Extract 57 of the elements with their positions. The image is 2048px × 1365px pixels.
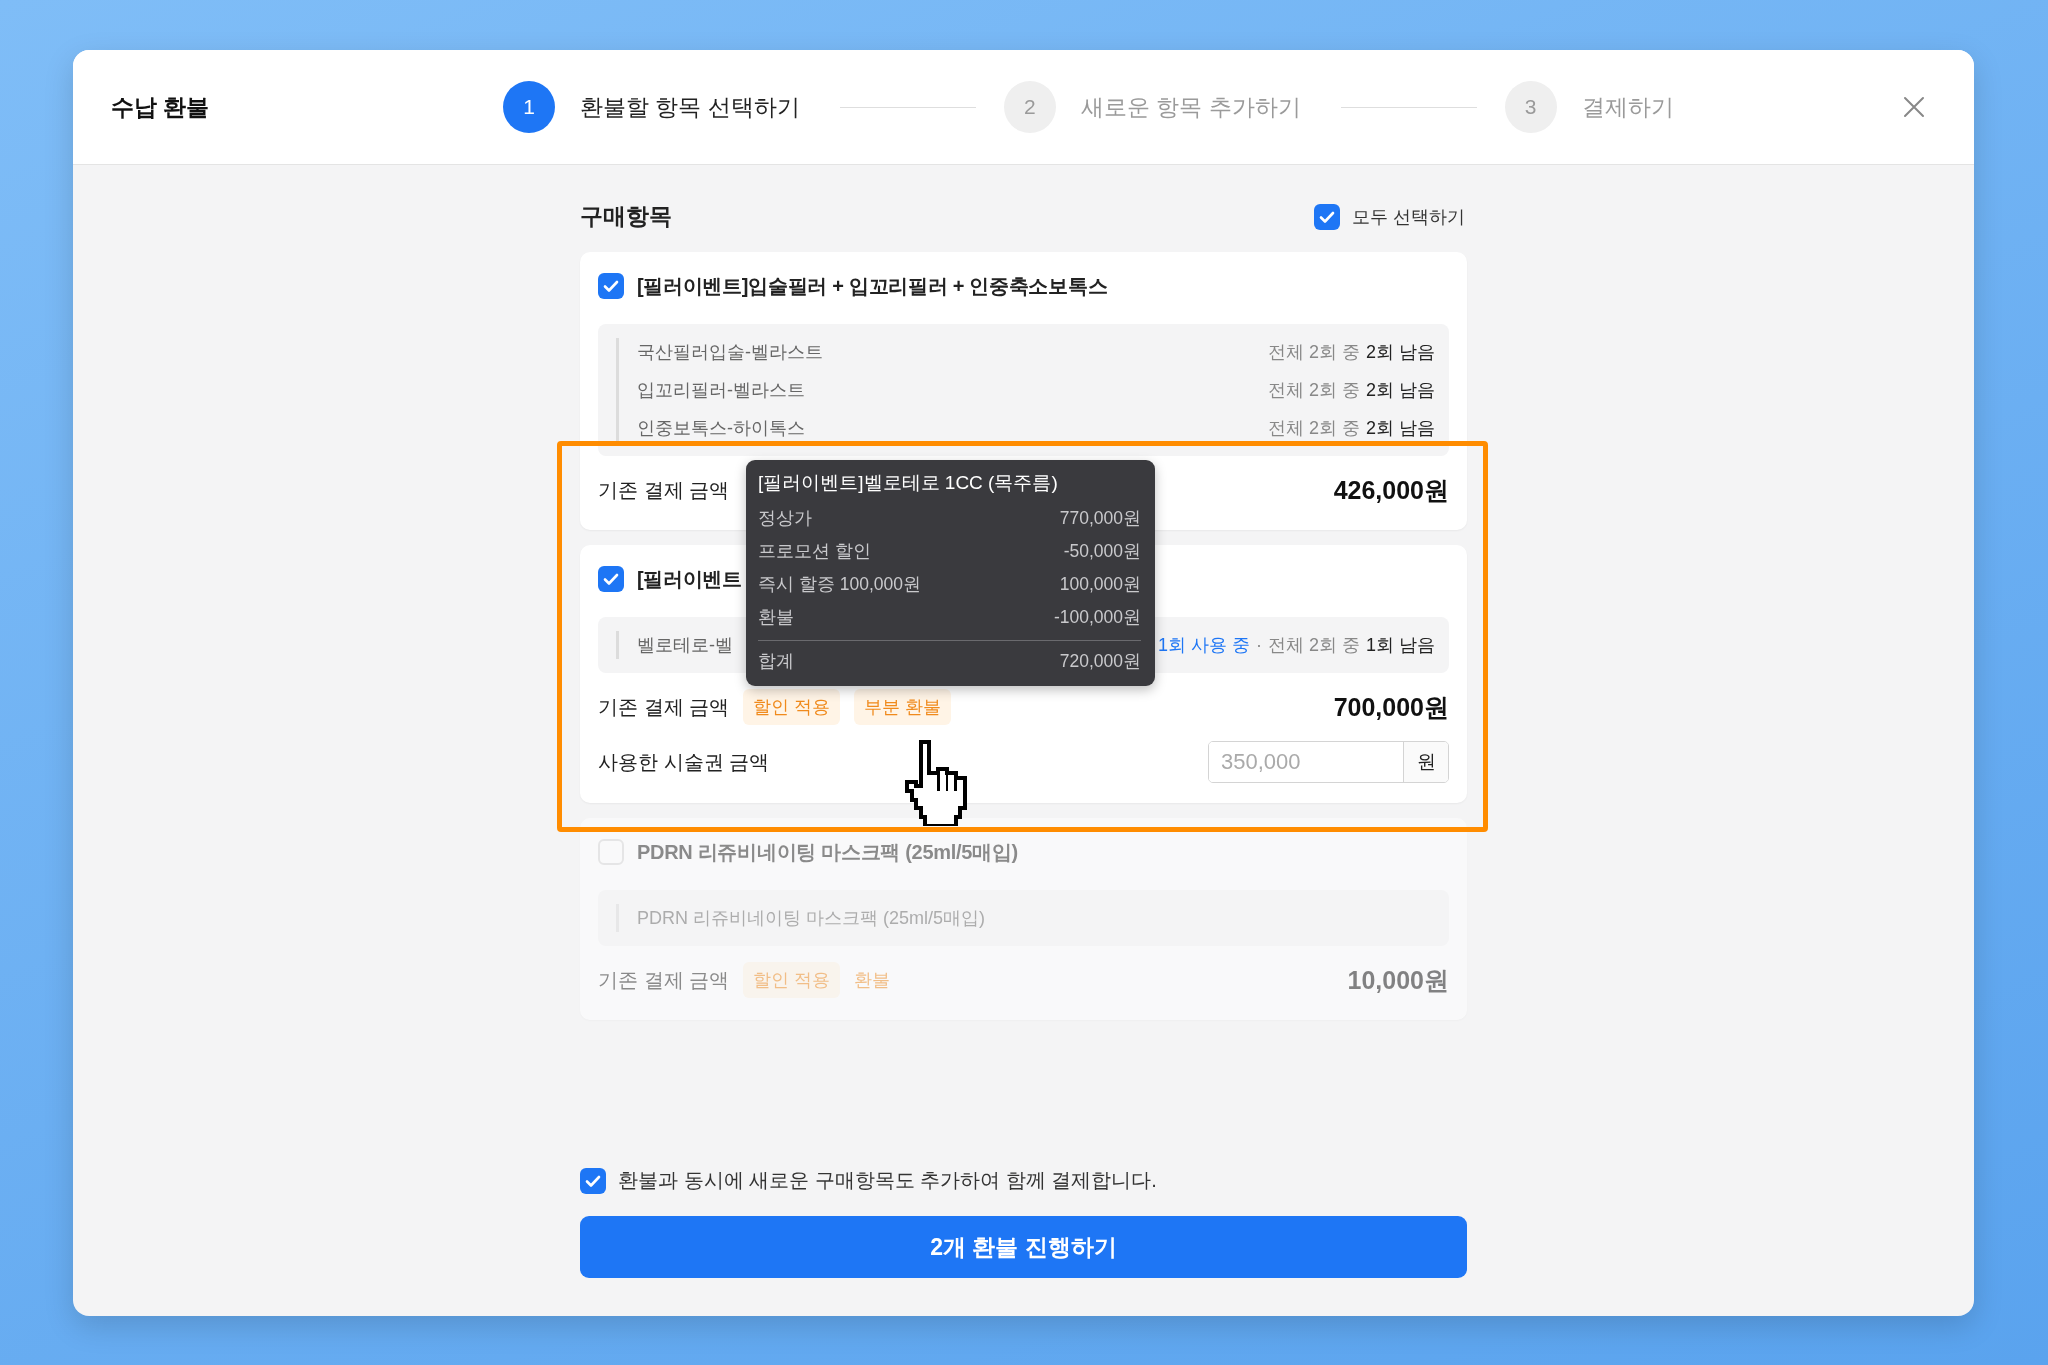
- checkbox[interactable]: [598, 273, 624, 299]
- item-title: [필러이벤트: [637, 566, 742, 592]
- sub-item-name: PDRN 리쥬비네이팅 마스크팩 (25ml/5매입): [637, 907, 986, 930]
- total-count: 전체 2회 중: [1267, 379, 1360, 402]
- total-value: 720,000원: [1059, 650, 1141, 673]
- breakdown-label: 환불: [758, 606, 794, 629]
- separator-dot: ·: [1255, 634, 1262, 657]
- price-label: 기존 결제 금액: [598, 694, 730, 720]
- sub-item-name: 입꼬리필러-벨라스트: [637, 379, 805, 402]
- step-label: 새로운 항목 추가하기: [1080, 92, 1301, 122]
- price-amount: 10,000원: [1347, 964, 1449, 996]
- total-count: 전체 2회 중: [1267, 634, 1360, 657]
- breakdown-label: 프로모션 할인: [758, 540, 871, 563]
- status-tag: 부분 환불: [854, 689, 952, 725]
- total-count: 전체 2회 중: [1267, 417, 1360, 440]
- sub-item-name: 국산필러입술-벨라스트: [637, 341, 823, 364]
- sub-item-name: 인중보톡스-하이톡스: [637, 417, 805, 440]
- usage-text: 1회 사용 중: [1157, 634, 1250, 657]
- step-number: 1: [503, 81, 555, 133]
- item-title: [필러이벤트]입술필러 + 입꼬리필러 + 인중축소보톡스: [637, 273, 1108, 299]
- remaining-count: 1회 남음: [1366, 634, 1435, 657]
- price-amount: 426,000원: [1333, 474, 1449, 506]
- breakdown-label: 즉시 할증 100,000원: [758, 573, 921, 596]
- breakdown-value: 770,000원: [1059, 507, 1141, 530]
- step-number: 3: [1504, 81, 1557, 133]
- total-label: 합계: [758, 650, 794, 673]
- step-number: 2: [1003, 81, 1056, 133]
- option-label: 환불과 동시에 새로운 구매항목도 추가하여 함께 결제합니다.: [618, 1168, 1157, 1193]
- status-tag: 할인 적용: [743, 689, 841, 725]
- checkbox[interactable]: [580, 1167, 606, 1194]
- tooltip-title: [필러이벤트]벨로테로 1CC (목주름): [758, 471, 1059, 495]
- step-label: 환불할 항목 선택하기: [580, 92, 800, 122]
- total-count: 전체 2회 중: [1267, 341, 1360, 364]
- status-tag: 할인 적용: [743, 962, 841, 998]
- dialog-title: 수납 환불: [111, 92, 211, 122]
- remaining-count: 2회 남음: [1366, 341, 1435, 364]
- checkbox[interactable]: [1314, 203, 1340, 230]
- status-text: 환불: [854, 969, 891, 992]
- breakdown-label: 정상가: [758, 507, 812, 530]
- amount-field[interactable]: 350,000 원: [1208, 741, 1449, 783]
- refund-button[interactable]: 2개 환불 진행하기: [580, 1216, 1467, 1278]
- price-amount: 700,000원: [1333, 691, 1449, 723]
- breakdown-value: 100,000원: [1059, 573, 1141, 596]
- breakdown-value: -100,000원: [1053, 606, 1141, 629]
- item-title: PDRN 리쥬비네이팅 마스크팩 (25ml/5매입): [637, 839, 1018, 865]
- breakdown-value: -50,000원: [1063, 540, 1141, 563]
- checkbox-label: 모두 선택하기: [1352, 205, 1465, 229]
- section-title: 구매항목: [580, 202, 672, 231]
- field-label: 사용한 시술권 금액: [598, 749, 770, 775]
- remaining-count: 2회 남음: [1366, 417, 1435, 440]
- checkbox[interactable]: [598, 566, 624, 592]
- price-label: 기존 결제 금액: [598, 477, 730, 503]
- price-label: 기존 결제 금액: [598, 967, 730, 993]
- unit-label: 원: [1403, 742, 1448, 782]
- sub-item-name: 벨로테로-벨: [637, 634, 733, 657]
- remaining-count: 2회 남음: [1366, 379, 1435, 402]
- step-label: 결제하기: [1581, 92, 1674, 122]
